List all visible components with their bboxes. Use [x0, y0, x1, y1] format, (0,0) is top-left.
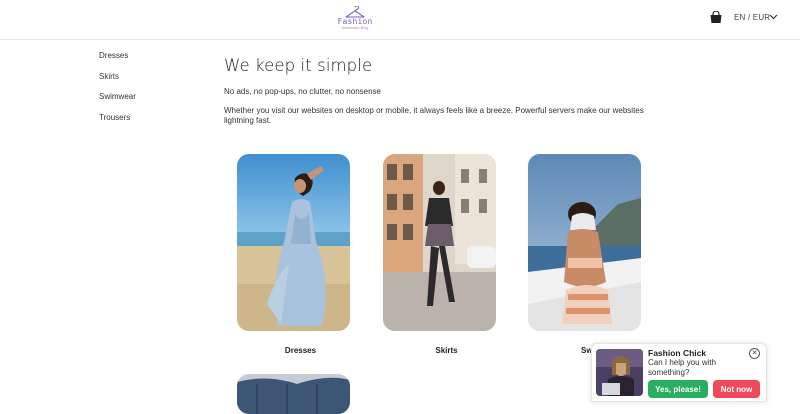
chat-agent-name: Fashion Chick	[648, 348, 707, 358]
chevron-down-icon[interactable]	[769, 14, 778, 20]
tagline-text: No ads, no pop-ups, no clutter, no nonse…	[224, 87, 381, 96]
dresses-photo	[237, 154, 350, 331]
sidebar-item-skirts[interactable]: Skirts	[99, 70, 136, 91]
logo-tagline: Wholesale Blog	[341, 26, 369, 30]
category-card-skirts[interactable]	[383, 154, 496, 331]
swimwear-photo	[528, 154, 641, 331]
chat-widget: Fashion Chick Can I help you with someth…	[591, 343, 767, 402]
sidebar-item-dresses[interactable]: Dresses	[99, 49, 136, 70]
trousers-photo	[237, 374, 350, 414]
category-card-swimwear[interactable]	[528, 154, 641, 331]
category-caption-skirts[interactable]: Skirts	[390, 346, 503, 355]
chat-not-now-button[interactable]: Not now	[713, 380, 760, 398]
shopping-bag-icon[interactable]	[709, 10, 723, 24]
description-text: Whether you visit our websites on deskto…	[224, 106, 644, 125]
category-card-trousers[interactable]	[237, 374, 350, 414]
page-title: We keep it simple	[224, 56, 373, 75]
site-header: Fashion Wholesale Blog EN / EUR	[0, 0, 800, 40]
chat-yes-button[interactable]: Yes, please!	[648, 380, 708, 398]
skirts-photo	[383, 154, 496, 331]
locale-currency-selector[interactable]: EN / EUR	[734, 13, 770, 22]
category-card-dresses[interactable]	[237, 154, 350, 331]
chat-avatar	[596, 349, 643, 396]
logo-wordmark: Fashion	[337, 17, 373, 26]
chat-message: Can I help you with something?	[648, 358, 717, 377]
brand-logo[interactable]: Fashion Wholesale Blog	[334, 6, 376, 36]
sidebar-item-trousers[interactable]: Trousers	[99, 111, 136, 132]
category-caption-dresses[interactable]: Dresses	[244, 346, 357, 355]
sidebar-item-swimwear[interactable]: Swimwear	[99, 90, 136, 111]
category-sidebar: Dresses Skirts Swimwear Trousers	[99, 49, 136, 131]
close-icon[interactable]: ✕	[749, 348, 760, 359]
